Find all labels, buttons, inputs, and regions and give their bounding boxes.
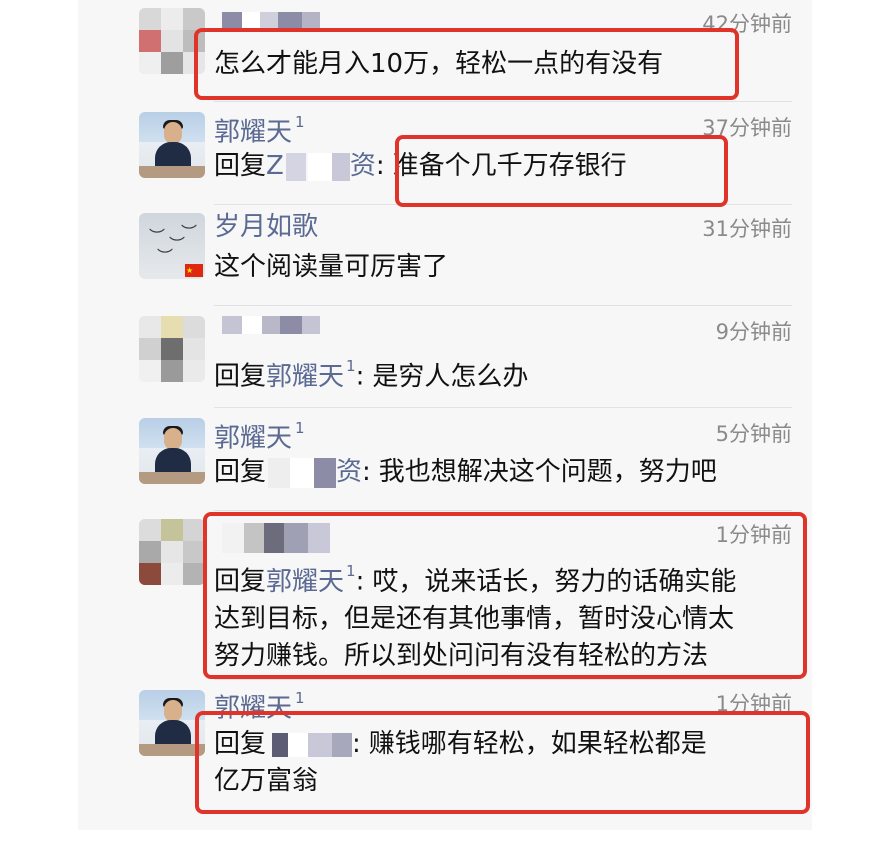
- comment-text[interactable]: 回复郭耀天 1: 是穷人怎么办: [214, 352, 792, 396]
- reply-content: 是穷人怎么办: [372, 361, 529, 392]
- blurred-mention: [285, 152, 306, 181]
- comment-author[interactable]: 郭耀天 1: [214, 416, 305, 455]
- comment-item: 9分钟前 回复郭耀天 1: 是穷人怎么办: [78, 306, 812, 406]
- comment-text[interactable]: 回复 资: 我也想解决这个问题，努力吧: [214, 454, 792, 491]
- reply-target-end[interactable]: 资: [350, 151, 376, 181]
- reply-target[interactable]: 郭耀天 1: [266, 357, 356, 392]
- reply-content: 我也想解决这个问题，努力吧: [378, 457, 717, 487]
- avatar[interactable]: [139, 112, 205, 178]
- avatar[interactable]: [139, 316, 205, 382]
- china-flag-icon: ★: [185, 264, 203, 277]
- highlight-box: [395, 135, 728, 207]
- avatar[interactable]: [139, 418, 205, 484]
- highlight-box: [194, 28, 739, 100]
- comment-time: 9分钟前: [715, 320, 792, 344]
- highlight-box: [195, 711, 810, 814]
- comment-author[interactable]: 郭耀天 1: [214, 110, 305, 149]
- comment-item: 郭耀天 1 5分钟前 回复 资: 我也想解决这个问题，努力吧: [78, 408, 812, 510]
- reply-prefix: 回复: [214, 361, 267, 392]
- blurred-mention: [268, 457, 291, 488]
- avatar[interactable]: [139, 519, 205, 585]
- avatar[interactable]: ︶ ︶ ︶ ︶ ★: [139, 213, 205, 279]
- reply-target-end[interactable]: 资: [336, 457, 362, 487]
- highlight-box: [203, 512, 807, 679]
- comment-item: ︶ ︶ ︶ ︶ ★ 岁月如歌 31分钟前 这个阅读量可厉害了: [78, 205, 812, 305]
- comment-time: 5分钟前: [715, 422, 792, 446]
- reply-prefix: 回复: [214, 457, 267, 487]
- comment-text[interactable]: 这个阅读量可厉害了: [214, 249, 792, 286]
- comment-time: 31分钟前: [702, 217, 792, 241]
- reply-target-start[interactable]: Z: [266, 151, 284, 181]
- reply-prefix: 回复: [214, 151, 267, 181]
- comment-author[interactable]: 岁月如歌: [214, 211, 318, 243]
- comment-list: 42分钟前 怎么才能月入10万，轻松一点的有没有 郭耀天 1 37分钟前 回复Z 资…: [78, 0, 812, 830]
- blurred-username: [222, 316, 320, 334]
